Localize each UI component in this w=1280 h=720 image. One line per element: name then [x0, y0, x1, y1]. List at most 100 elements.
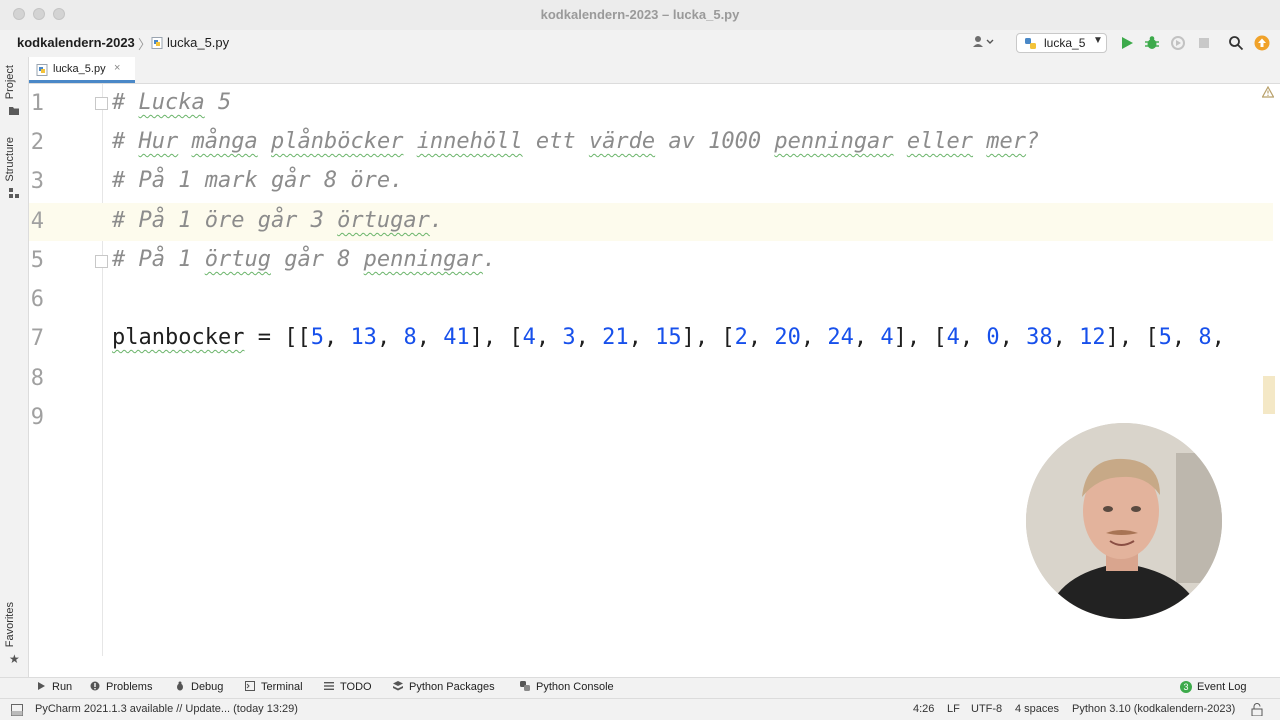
number-literal: 13 [350, 325, 377, 350]
run-tool-button[interactable]: Run [36, 681, 72, 697]
python-interpreter[interactable]: Python 3.10 (kodkalendern-2023) [1072, 703, 1235, 715]
code-line: 3 # På 1 mark går 8 öre. [29, 164, 1273, 202]
number-literal: 4 [946, 325, 960, 350]
indentation[interactable]: 4 spaces [1015, 703, 1059, 715]
punctuation: ], [ [893, 325, 947, 350]
breadcrumb-file[interactable]: lucka_5.py [167, 35, 229, 50]
warning-icon[interactable] [1262, 86, 1274, 98]
number-literal: 15 [655, 325, 682, 350]
todo-icon [324, 682, 334, 690]
user-menu-icon[interactable] [972, 35, 994, 52]
number-literal: 2 [734, 325, 748, 350]
event-count-badge: 3 [1180, 681, 1192, 693]
close-icon[interactable]: × [114, 62, 120, 74]
punctuation: , [416, 325, 444, 350]
tab-lucka-5[interactable]: lucka_5.py × [29, 57, 135, 83]
code-text: # Hur många plånböcker innehöll ett värd… [112, 129, 1040, 154]
packages-icon [393, 681, 403, 691]
number-literal: 0 [986, 325, 1000, 350]
title-bar: kodkalendern-2023 – lucka_5.py [0, 0, 1280, 31]
run-configuration-select[interactable]: lucka_5 ▼ [1016, 33, 1107, 53]
run-icon [38, 682, 45, 690]
code-line-current: 4 # På 1 öre går 3 örtugar. [29, 204, 1273, 242]
python-console-icon [520, 681, 530, 691]
left-tool-strip: Project Structure Favorites ★ [0, 57, 29, 677]
code-line: 2 # Hur många plånböcker innehöll ett vä… [29, 125, 1273, 163]
tab-label: lucka_5.py [53, 63, 106, 75]
line-number: 7 [30, 326, 44, 351]
python-file-icon [36, 64, 48, 76]
code-line: 8 [29, 361, 1273, 399]
punctuation: , [959, 325, 987, 350]
line-number: 1 [30, 91, 44, 116]
problems-icon [90, 681, 100, 691]
problems-tool-button[interactable]: Problems [90, 681, 152, 697]
variable-name: planbocker [112, 325, 245, 350]
status-message[interactable]: PyCharm 2021.1.3 available // Update... … [35, 703, 298, 715]
punctuation: , [999, 325, 1027, 350]
code-text: # På 1 öre går 3 örtugar. [112, 208, 444, 233]
python-file-icon [151, 37, 163, 49]
code-line: 7 planbocker = [[5, 13, 8, 41], [4, 3, 2… [29, 321, 1273, 359]
line-number: 8 [30, 366, 44, 391]
punctuation: ], [ [1105, 325, 1159, 350]
update-icon[interactable] [1254, 35, 1270, 51]
line-number: 2 [30, 130, 44, 155]
webcam-overlay [1026, 423, 1222, 619]
tool-window-bar: Run Problems Debug Terminal TODO Python … [0, 677, 1280, 699]
presenter-video [1026, 423, 1222, 619]
favorites-tool-tab[interactable]: Favorites [4, 602, 16, 647]
breadcrumb-project[interactable]: kodkalendern-2023 [17, 35, 135, 50]
code-text: # På 1 mark går 8 öre. [112, 168, 404, 193]
debug-tool-button[interactable]: Debug [175, 681, 223, 697]
coverage-icon[interactable] [1170, 35, 1186, 51]
line-number: 5 [30, 248, 44, 273]
run-icon[interactable] [1119, 35, 1135, 51]
scrollbar-marker[interactable] [1263, 376, 1275, 414]
code-line: 5 # På 1 örtug går 8 penningar. [29, 243, 1273, 281]
status-bar: PyCharm 2021.1.3 available // Update... … [0, 698, 1280, 720]
code-line: 1 # Lucka 5 [29, 86, 1273, 124]
stop-icon[interactable] [1196, 35, 1212, 51]
star-icon: ★ [9, 652, 20, 666]
structure-tool-tab[interactable]: Structure [4, 137, 16, 182]
number-literal: 21 [602, 325, 629, 350]
code-line: 6 [29, 282, 1273, 320]
project-tool-tab[interactable]: Project [4, 65, 16, 99]
punctuation: , [747, 325, 775, 350]
breadcrumb-separator: 〉 [138, 37, 152, 52]
punctuation: , [575, 325, 603, 350]
caret-position[interactable]: 4:26 [913, 703, 934, 715]
python-icon [1025, 38, 1036, 49]
line-number: 3 [30, 169, 44, 194]
file-encoding[interactable]: UTF-8 [971, 703, 1002, 715]
punctuation: , [628, 325, 656, 350]
python-packages-tool-button[interactable]: Python Packages [393, 681, 495, 697]
number-literal: 24 [827, 325, 854, 350]
debug-icon[interactable] [1144, 35, 1160, 51]
punctuation: ], [ [681, 325, 735, 350]
number-literal: 41 [443, 325, 470, 350]
number-literal: 8 [403, 325, 417, 350]
number-literal: 12 [1079, 325, 1106, 350]
python-console-tool-button[interactable]: Python Console [520, 681, 614, 697]
punctuation: , [535, 325, 563, 350]
event-log-tool-button[interactable]: 3 Event Log [1180, 681, 1247, 697]
line-number: 9 [30, 405, 44, 430]
structure-icon [9, 188, 19, 198]
terminal-icon [245, 681, 255, 691]
todo-tool-button[interactable]: TODO [324, 681, 372, 697]
ide-window: kodkalendern-2023 – lucka_5.py kodkalend… [0, 0, 1280, 720]
line-separator[interactable]: LF [947, 703, 960, 715]
terminal-tool-button[interactable]: Terminal [245, 681, 303, 697]
tool-windows-toggle-icon[interactable] [11, 704, 23, 716]
chevron-down-icon: ▼ [1093, 35, 1103, 46]
punctuation: , [1211, 325, 1225, 350]
number-literal: 5 [310, 325, 324, 350]
search-icon[interactable] [1228, 35, 1244, 51]
punctuation: , [323, 325, 351, 350]
editor-tab-row: lucka_5.py × [29, 57, 1280, 84]
number-literal: 4 [880, 325, 894, 350]
code-text: # Lucka 5 [112, 90, 232, 115]
lock-icon[interactable] [1251, 703, 1263, 716]
